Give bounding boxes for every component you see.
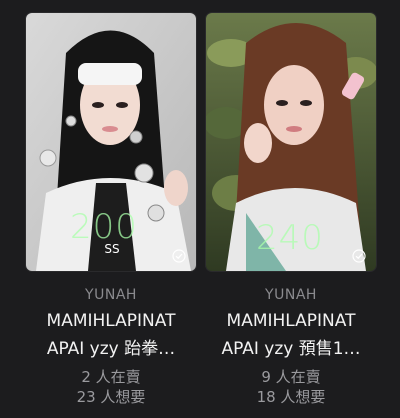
product-title-line1: MAMIHLAPINAT [226,311,356,331]
wanting-count: 23 人想要 [76,388,146,406]
product-grid: SS 200 YUNAH MAMIHLAPINAT APAI yzy 跆拳… 2… [0,0,400,418]
wanting-count: 18 人想要 [256,388,326,406]
product-title-line2: APAI yzy 跆拳… [46,339,176,359]
artist-name: YUNAH [265,287,317,303]
product-title-line1: MAMIHLAPINAT [46,311,176,331]
selling-count: 9 人在賣 [261,368,321,386]
product-photo[interactable]: 240 [206,13,376,271]
product-card[interactable]: SS 200 YUNAH MAMIHLAPINAT APAI yzy 跆拳… 2… [26,13,196,407]
selling-count: 2 人在賣 [81,368,141,386]
product-photo[interactable]: SS 200 [26,13,196,271]
product-card[interactable]: 240 YUNAH MAMIHLAPINAT APAI yzy 預售1… 9 人… [206,13,376,407]
check-circle-icon [172,249,186,263]
artist-name: YUNAH [85,287,137,303]
photo-number: 200 [70,207,138,247]
product-title-line2: APAI yzy 預售1… [221,339,361,359]
photo-number: 240 [256,218,324,258]
check-circle-icon [352,249,366,263]
